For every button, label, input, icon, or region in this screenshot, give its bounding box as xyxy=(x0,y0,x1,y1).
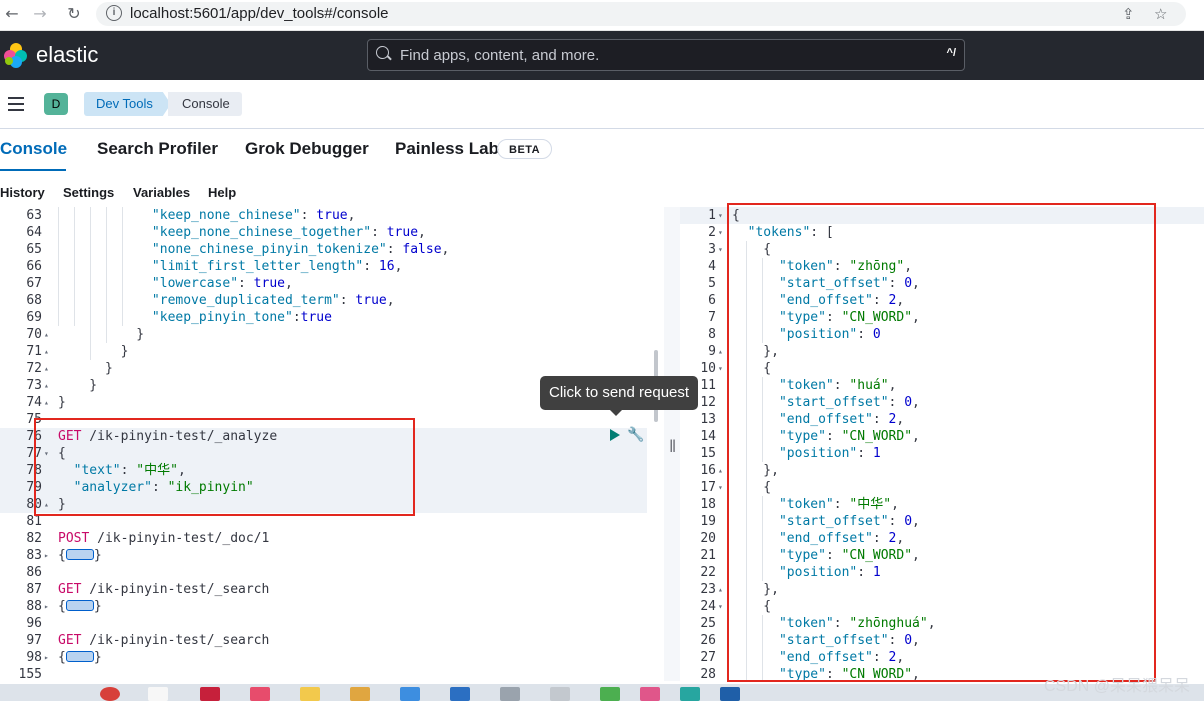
taskbar-app-icon[interactable] xyxy=(720,687,740,701)
reload-icon[interactable]: ↻ xyxy=(64,4,84,24)
code-line[interactable]: 98 ▸{} xyxy=(0,649,664,666)
elastic-logo-icon[interactable] xyxy=(4,43,30,69)
code-line[interactable]: 87 GET /ik-pinyin-test/_search xyxy=(0,581,664,598)
code-line[interactable]: 155 xyxy=(0,666,664,681)
wrench-icon[interactable]: 🔧 xyxy=(627,427,644,443)
address-bar[interactable]: i localhost:5601/app/dev_tools#/console … xyxy=(96,2,1186,26)
back-arrow-icon[interactable]: ← xyxy=(2,4,22,24)
search-icon xyxy=(376,46,389,59)
code-line[interactable]: 70 ▴ } xyxy=(0,326,664,343)
menu-variables[interactable]: Variables xyxy=(133,185,190,200)
breadcrumb-dev-tools[interactable]: Dev Tools xyxy=(84,92,171,116)
code-line[interactable]: 83 ▸{} xyxy=(0,547,664,564)
breadcrumb-console: Console xyxy=(168,92,242,116)
taskbar-app-icon[interactable] xyxy=(400,687,420,701)
code-line[interactable]: 71 ▴ } xyxy=(0,343,664,360)
code-line[interactable]: 97 GET /ik-pinyin-test/_search xyxy=(0,632,664,649)
taskbar-app-icon[interactable] xyxy=(640,687,660,701)
dev-tools-tabs: Console Search Profiler Grok Debugger Pa… xyxy=(0,129,1204,171)
taskbar-app-icon[interactable] xyxy=(250,687,270,701)
browser-toolbar: ← → ↻ i localhost:5601/app/dev_tools#/co… xyxy=(0,0,1204,31)
tab-painless-lab[interactable]: Painless Lab xyxy=(395,139,499,159)
taskbar-app-icon[interactable] xyxy=(550,687,570,701)
taskbar-app-icon[interactable] xyxy=(450,687,470,701)
code-line[interactable]: 63 "keep_none_chinese": true, xyxy=(0,207,664,224)
code-line[interactable]: 66 "limit_first_letter_length": 16, xyxy=(0,258,664,275)
search-placeholder: Find apps, content, and more. xyxy=(400,47,600,64)
console-menu: History Settings Variables Help xyxy=(0,180,680,206)
watermark: CSDN @呆呆猥呆呆 xyxy=(1043,678,1190,695)
taskbar-app-icon[interactable] xyxy=(100,687,120,701)
play-icon[interactable] xyxy=(610,429,620,441)
send-request-tooltip: Click to send request xyxy=(540,376,699,416)
menu-help[interactable]: Help xyxy=(208,185,236,200)
site-info-icon[interactable]: i xyxy=(106,5,122,21)
search-shortcut: ^/ xyxy=(946,47,956,59)
code-line[interactable]: 64 "keep_none_chinese_together": true, xyxy=(0,224,664,241)
bookmark-star-icon[interactable]: ☆ xyxy=(1154,5,1167,23)
code-line[interactable]: 96 xyxy=(0,615,664,632)
beta-badge: BETA xyxy=(497,139,553,159)
space-avatar[interactable]: D xyxy=(44,93,68,115)
forward-arrow-icon[interactable]: → xyxy=(30,4,50,24)
menu-history[interactable]: History xyxy=(0,185,45,200)
code-line[interactable]: 82 POST /ik-pinyin-test/_doc/1 xyxy=(0,530,664,547)
taskbar-app-icon[interactable] xyxy=(350,687,370,701)
code-line[interactable]: 86 xyxy=(0,564,664,581)
tab-search-profiler[interactable]: Search Profiler xyxy=(97,139,218,159)
taskbar-app-icon[interactable] xyxy=(600,687,620,701)
menu-settings[interactable]: Settings xyxy=(63,185,114,200)
elastic-header: elastic Find apps, content, and more. ^/ xyxy=(0,31,1204,80)
taskbar-app-icon[interactable] xyxy=(680,687,700,701)
brand-name: elastic xyxy=(36,42,99,67)
taskbar-app-icon[interactable] xyxy=(200,687,220,701)
annotation-box-request xyxy=(34,418,415,516)
annotation-box-response xyxy=(727,203,1156,682)
tab-console[interactable]: Console xyxy=(0,139,67,159)
global-search[interactable]: Find apps, content, and more. ^/ xyxy=(367,39,965,71)
taskbar-app-icon[interactable] xyxy=(148,687,168,701)
tab-grok-debugger[interactable]: Grok Debugger xyxy=(245,139,369,159)
url-text: localhost:5601/app/dev_tools#/console xyxy=(130,5,389,22)
active-tab-indicator xyxy=(0,169,66,171)
code-line[interactable]: 88 ▸{} xyxy=(0,598,664,615)
resize-grip-icon[interactable]: ‖ xyxy=(669,438,676,452)
breadcrumb-bar: D Dev Tools Console xyxy=(0,80,1204,129)
code-line[interactable]: 72 ▴ } xyxy=(0,360,664,377)
os-taskbar xyxy=(0,684,1204,701)
code-line[interactable]: 69 "keep_pinyin_tone":true xyxy=(0,309,664,326)
code-line[interactable]: 68 "remove_duplicated_term": true, xyxy=(0,292,664,309)
taskbar-app-icon[interactable] xyxy=(500,687,520,701)
code-line[interactable]: 67 "lowercase": true, xyxy=(0,275,664,292)
taskbar-app-icon[interactable] xyxy=(300,687,320,701)
code-line[interactable]: 65 "none_chinese_pinyin_tokenize": false… xyxy=(0,241,664,258)
menu-hamburger-icon[interactable] xyxy=(8,97,24,111)
share-icon[interactable]: ⇪ xyxy=(1122,5,1135,23)
